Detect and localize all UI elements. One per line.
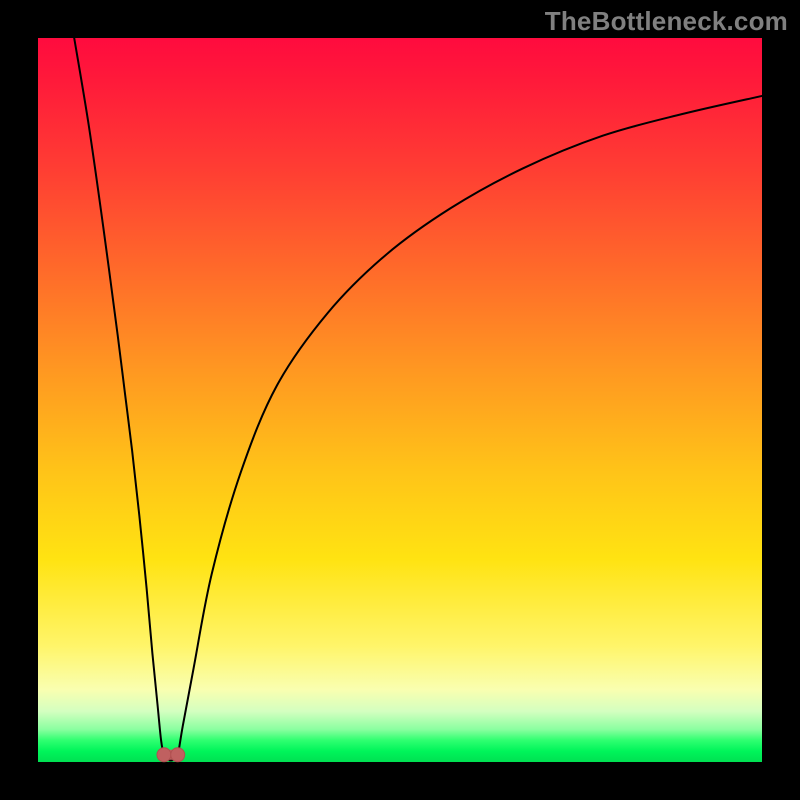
chart-frame: TheBottleneck.com <box>0 0 800 800</box>
attribution-label: TheBottleneck.com <box>545 6 788 37</box>
bottleneck-curve <box>74 38 762 760</box>
min-marker-left <box>157 748 171 762</box>
plot-area <box>38 38 762 762</box>
min-marker-right <box>171 748 185 762</box>
curve-svg <box>38 38 762 762</box>
